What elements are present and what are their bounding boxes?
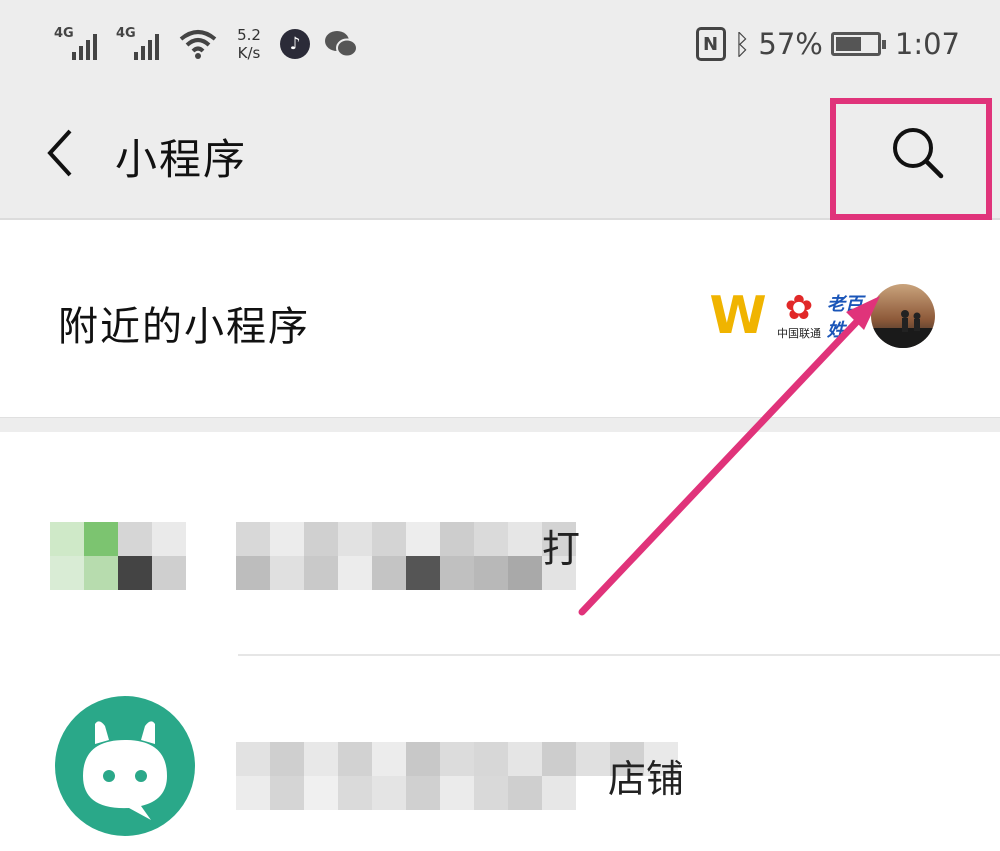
sunset-photo-icon — [871, 284, 935, 348]
status-bar: 4G 4G 5.2 K/s ♪ N ᛒ 57% 1:07 — [0, 0, 1000, 88]
wechat-icon — [325, 31, 358, 58]
cell-signal-icon-2: 4G — [116, 26, 164, 62]
bluetooth-icon: ᛒ — [733, 27, 751, 61]
network-type-label-2: 4G — [116, 26, 136, 41]
green-chat-icon — [55, 696, 195, 836]
tiktok-icon: ♪ — [280, 29, 310, 59]
blurred-item-title — [236, 522, 576, 556]
speed-unit: K/s — [237, 44, 261, 62]
chevron-left-icon — [47, 129, 72, 177]
nearby-thumbnails: W ✿ 中国联通 老百姓 — [705, 284, 935, 354]
blurred-app-icon — [50, 522, 186, 556]
list-item[interactable]: 店铺 — [0, 656, 1000, 851]
w-crown-logo-icon: W — [709, 286, 767, 346]
status-right-group: N ᛒ 57% 1:07 — [695, 22, 960, 66]
speed-value: 5.2 — [237, 26, 261, 44]
nearby-mini-programs-row[interactable]: 附近的小程序 W ✿ 中国联通 老百姓 — [0, 220, 1000, 417]
status-left-group: 4G 4G 5.2 K/s ♪ — [54, 18, 358, 70]
page-title: 小程序 — [115, 135, 248, 184]
list-item[interactable]: 打 — [0, 432, 1000, 654]
clock-time: 1:07 — [894, 27, 960, 61]
cell-signal-icon: 4G — [54, 26, 102, 62]
nfc-icon: N — [695, 27, 726, 61]
wifi-icon — [179, 30, 217, 59]
item-title-tail: 店铺 — [608, 757, 685, 801]
search-highlight-box — [830, 98, 992, 220]
nearby-label: 附近的小程序 — [58, 304, 310, 350]
battery-icon — [830, 32, 886, 56]
battery-percent: 57% — [758, 27, 823, 61]
network-type-label: 4G — [54, 26, 74, 41]
unicom-text: 中国联通 — [777, 327, 821, 340]
item-title-tail: 打 — [542, 527, 581, 571]
section-separator — [0, 417, 1000, 433]
network-speed: 5.2 K/s — [232, 26, 266, 62]
china-unicom-logo-icon: ✿ 中国联通 — [777, 288, 821, 340]
back-button[interactable] — [30, 120, 90, 186]
